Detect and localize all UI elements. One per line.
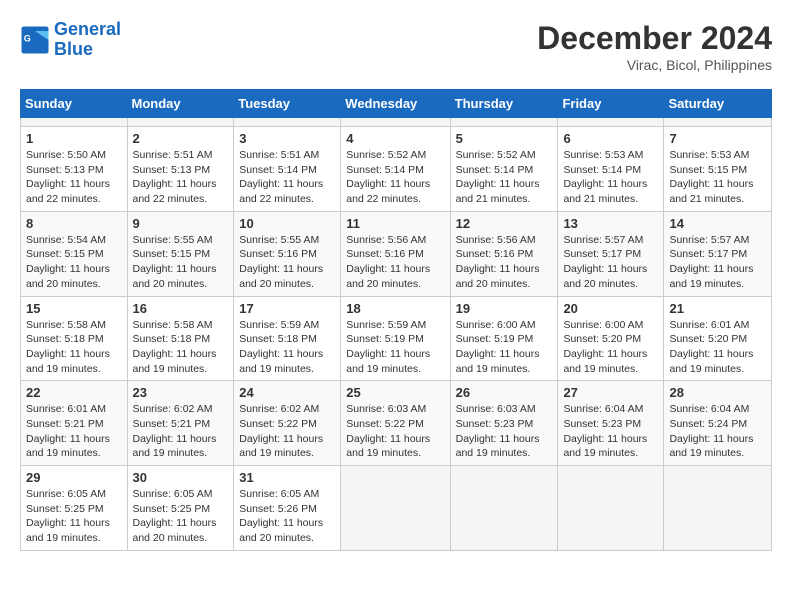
day-10: 10 Sunrise: 5:55 AMSunset: 5:16 PMDaylig… — [234, 211, 341, 296]
empty-cell — [21, 118, 128, 127]
day-26: 26 Sunrise: 6:03 AMSunset: 5:23 PMDaylig… — [450, 381, 558, 466]
day-6: 6 Sunrise: 5:53 AMSunset: 5:14 PMDayligh… — [558, 127, 664, 212]
calendar-table: Sunday Monday Tuesday Wednesday Thursday… — [20, 89, 772, 551]
day-13: 13 Sunrise: 5:57 AMSunset: 5:17 PMDaylig… — [558, 211, 664, 296]
week-6: 29 Sunrise: 6:05 AMSunset: 5:25 PMDaylig… — [21, 466, 772, 551]
day-25: 25 Sunrise: 6:03 AMSunset: 5:22 PMDaylig… — [341, 381, 450, 466]
day-28: 28 Sunrise: 6:04 AMSunset: 5:24 PMDaylig… — [664, 381, 772, 466]
day-20: 20 Sunrise: 6:00 AMSunset: 5:20 PMDaylig… — [558, 296, 664, 381]
day-19: 19 Sunrise: 6:00 AMSunset: 5:19 PMDaylig… — [450, 296, 558, 381]
header-wednesday: Wednesday — [341, 90, 450, 118]
day-22: 22 Sunrise: 6:01 AMSunset: 5:21 PMDaylig… — [21, 381, 128, 466]
day-14: 14 Sunrise: 5:57 AMSunset: 5:17 PMDaylig… — [664, 211, 772, 296]
location: Virac, Bicol, Philippines — [537, 57, 772, 73]
empty-cell — [234, 118, 341, 127]
day-21: 21 Sunrise: 6:01 AMSunset: 5:20 PMDaylig… — [664, 296, 772, 381]
empty-cell — [341, 118, 450, 127]
empty-cell — [558, 466, 664, 551]
day-2: 2 Sunrise: 5:51 AMSunset: 5:13 PMDayligh… — [127, 127, 234, 212]
svg-text:G: G — [24, 33, 31, 43]
header-sunday: Sunday — [21, 90, 128, 118]
calendar-header-row: Sunday Monday Tuesday Wednesday Thursday… — [21, 90, 772, 118]
day-1: 1 Sunrise: 5:50 AMSunset: 5:13 PMDayligh… — [21, 127, 128, 212]
header-tuesday: Tuesday — [234, 90, 341, 118]
empty-cell — [450, 466, 558, 551]
day-17: 17 Sunrise: 5:59 AMSunset: 5:18 PMDaylig… — [234, 296, 341, 381]
empty-cell — [127, 118, 234, 127]
empty-cell — [341, 466, 450, 551]
logo-icon: G — [20, 25, 50, 55]
month-title: December 2024 — [537, 20, 772, 57]
header-thursday: Thursday — [450, 90, 558, 118]
page-header: G General Blue December 2024 Virac, Bico… — [20, 20, 772, 73]
day-7: 7 Sunrise: 5:53 AMSunset: 5:15 PMDayligh… — [664, 127, 772, 212]
logo-blue: Blue — [54, 39, 93, 59]
day-8: 8 Sunrise: 5:54 AMSunset: 5:15 PMDayligh… — [21, 211, 128, 296]
day-24: 24 Sunrise: 6:02 AMSunset: 5:22 PMDaylig… — [234, 381, 341, 466]
header-monday: Monday — [127, 90, 234, 118]
day-30: 30 Sunrise: 6:05 AMSunset: 5:25 PMDaylig… — [127, 466, 234, 551]
day-11: 11 Sunrise: 5:56 AMSunset: 5:16 PMDaylig… — [341, 211, 450, 296]
week-2: 1 Sunrise: 5:50 AMSunset: 5:13 PMDayligh… — [21, 127, 772, 212]
empty-cell — [450, 118, 558, 127]
day-15: 15 Sunrise: 5:58 AMSunset: 5:18 PMDaylig… — [21, 296, 128, 381]
title-block: December 2024 Virac, Bicol, Philippines — [537, 20, 772, 73]
day-27: 27 Sunrise: 6:04 AMSunset: 5:23 PMDaylig… — [558, 381, 664, 466]
day-29: 29 Sunrise: 6:05 AMSunset: 5:25 PMDaylig… — [21, 466, 128, 551]
day-9: 9 Sunrise: 5:55 AMSunset: 5:15 PMDayligh… — [127, 211, 234, 296]
day-5: 5 Sunrise: 5:52 AMSunset: 5:14 PMDayligh… — [450, 127, 558, 212]
week-1 — [21, 118, 772, 127]
empty-cell — [664, 118, 772, 127]
day-16: 16 Sunrise: 5:58 AMSunset: 5:18 PMDaylig… — [127, 296, 234, 381]
day-18: 18 Sunrise: 5:59 AMSunset: 5:19 PMDaylig… — [341, 296, 450, 381]
day-23: 23 Sunrise: 6:02 AMSunset: 5:21 PMDaylig… — [127, 381, 234, 466]
day-31: 31 Sunrise: 6:05 AMSunset: 5:26 PMDaylig… — [234, 466, 341, 551]
header-saturday: Saturday — [664, 90, 772, 118]
week-4: 15 Sunrise: 5:58 AMSunset: 5:18 PMDaylig… — [21, 296, 772, 381]
week-3: 8 Sunrise: 5:54 AMSunset: 5:15 PMDayligh… — [21, 211, 772, 296]
day-4: 4 Sunrise: 5:52 AMSunset: 5:14 PMDayligh… — [341, 127, 450, 212]
logo: G General Blue — [20, 20, 121, 60]
week-5: 22 Sunrise: 6:01 AMSunset: 5:21 PMDaylig… — [21, 381, 772, 466]
empty-cell — [664, 466, 772, 551]
empty-cell — [558, 118, 664, 127]
header-friday: Friday — [558, 90, 664, 118]
logo-general: General — [54, 19, 121, 39]
day-3: 3 Sunrise: 5:51 AMSunset: 5:14 PMDayligh… — [234, 127, 341, 212]
day-12: 12 Sunrise: 5:56 AMSunset: 5:16 PMDaylig… — [450, 211, 558, 296]
